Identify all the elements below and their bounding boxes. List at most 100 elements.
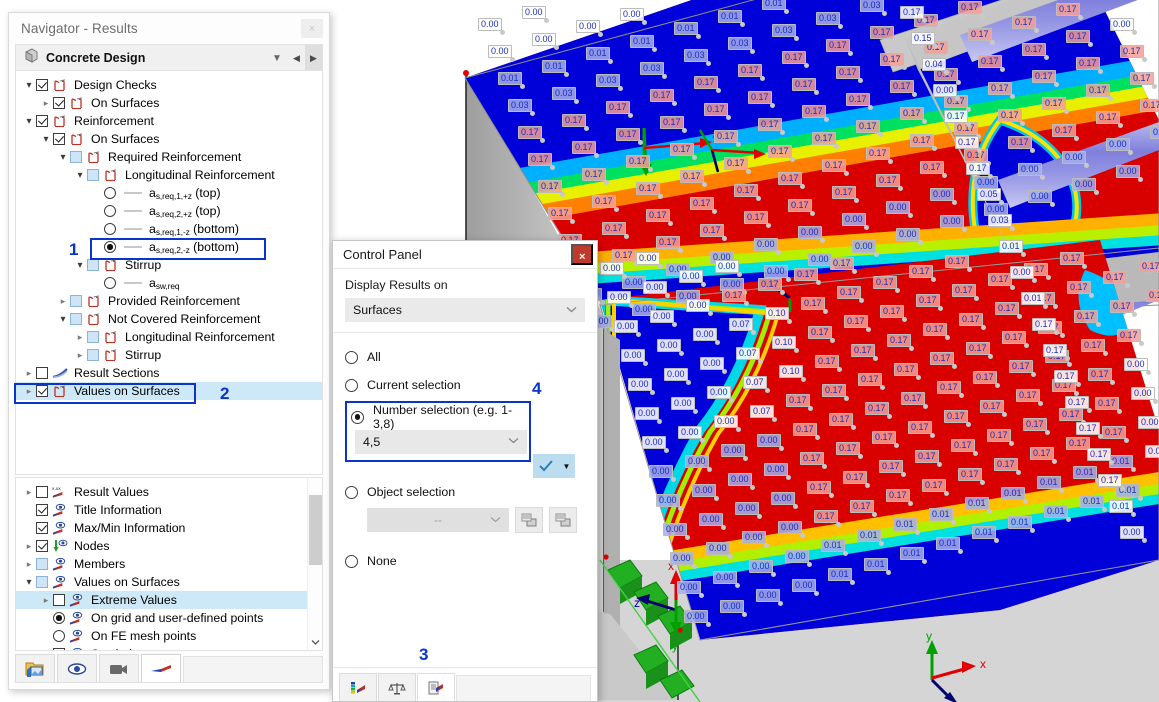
tree-item[interactable]: ▸Extreme Values xyxy=(16,591,322,609)
tree-item[interactable]: ▾Reinforcement xyxy=(16,112,322,130)
results-tree-top[interactable]: ▾Design Checks▸On Surfaces▾Reinforcement… xyxy=(15,70,323,475)
expander-collapsed[interactable]: ▸ xyxy=(22,487,36,498)
expander-collapsed[interactable]: ▸ xyxy=(56,296,70,307)
expander-collapsed[interactable]: ▸ xyxy=(22,368,36,379)
checkbox-unchecked[interactable] xyxy=(36,486,48,498)
expander-collapsed[interactable]: ▸ xyxy=(73,332,87,343)
tree-item[interactable]: as,req,1,+z (top) xyxy=(16,184,322,202)
option-object-selection[interactable]: Object selection xyxy=(345,478,585,506)
radio-selected[interactable] xyxy=(104,241,116,253)
radio-number-selection[interactable] xyxy=(351,411,364,424)
object-selection-select[interactable]: -- xyxy=(367,508,509,532)
tree-item[interactable]: On FE mesh points xyxy=(16,627,322,645)
design-module-combo[interactable]: Concrete Design ▼ ◀ ▶ xyxy=(15,44,323,70)
checkbox-checked[interactable] xyxy=(36,522,48,534)
chevron-up-icon[interactable]: chevron-up-icon xyxy=(308,478,322,494)
tree-item[interactable]: ▸Longitudinal Reinforcement xyxy=(16,328,322,346)
navigator-footer-tabs[interactable] xyxy=(15,653,323,683)
checkbox-checked[interactable] xyxy=(53,97,65,109)
tree-item[interactable]: ▸Result Sections xyxy=(16,364,322,382)
radio-all[interactable] xyxy=(345,351,358,364)
results-arrow-icon[interactable] xyxy=(141,654,181,682)
tree-item[interactable]: ▸Values on Surfaces xyxy=(16,382,322,400)
expander-expanded[interactable]: ▾ xyxy=(22,80,36,91)
navigator-results-panel[interactable]: Navigator - Results × Concrete Design ▼ … xyxy=(8,12,330,690)
checkbox-partial[interactable] xyxy=(36,558,48,570)
tree-item[interactable]: Title Information xyxy=(16,501,322,519)
tree-item[interactable]: ▾Required Reinforcement xyxy=(16,148,322,166)
tree-scrollbar-thumb[interactable] xyxy=(309,495,322,565)
expander-collapsed[interactable]: ▸ xyxy=(73,350,87,361)
control-panel-footer-tabs[interactable] xyxy=(333,667,597,701)
radio-unselected[interactable] xyxy=(104,223,116,235)
checkbox-checked[interactable] xyxy=(36,385,48,397)
radio-current-selection[interactable] xyxy=(345,379,358,392)
checkbox-checked[interactable] xyxy=(36,504,48,516)
checkbox-checked[interactable] xyxy=(36,540,48,552)
checkbox-unchecked[interactable] xyxy=(53,594,65,606)
chevron-down-icon[interactable] xyxy=(566,305,577,316)
triangle-right-icon[interactable]: ▶ xyxy=(305,45,322,71)
chevron-down-icon[interactable] xyxy=(490,515,501,526)
radio-selected[interactable] xyxy=(53,612,65,624)
checkbox-partial[interactable] xyxy=(70,313,82,325)
radio-unselected[interactable] xyxy=(104,187,116,199)
tree-scrollbar[interactable]: chevron-up-icon xyxy=(307,478,322,650)
factors-scale-icon[interactable] xyxy=(378,673,416,701)
checkbox-partial[interactable] xyxy=(87,259,99,271)
checkbox-partial[interactable] xyxy=(87,169,99,181)
number-selection-input[interactable] xyxy=(355,430,527,454)
option-number-selection[interactable]: Number selection (e.g. 1-3,8) xyxy=(351,406,525,428)
tree-item[interactable]: ▾Not Covered Reinforcement xyxy=(16,310,322,328)
expander-collapsed[interactable]: ▸ xyxy=(22,559,36,570)
number-selection-input-row[interactable] xyxy=(355,430,527,454)
expander-collapsed[interactable]: ▸ xyxy=(22,541,36,552)
results-tree-bottom[interactable]: ▸x.xxResult ValuesTitle InformationMax/M… xyxy=(15,477,323,651)
radio-unselected[interactable] xyxy=(104,277,116,289)
radio-object-selection[interactable] xyxy=(345,486,358,499)
checkbox-checked[interactable] xyxy=(53,133,65,145)
check-icon[interactable] xyxy=(533,454,558,478)
option-current-selection[interactable]: Current selection xyxy=(345,371,585,399)
tree-item[interactable]: ▾Longitudinal Reinforcement xyxy=(16,166,322,184)
expander-expanded[interactable]: ▾ xyxy=(22,577,36,588)
tree-item[interactable]: Symbols xyxy=(16,645,322,651)
tree-item[interactable]: ▸x.xxResult Values xyxy=(16,483,322,501)
number-selection-group[interactable]: Number selection (e.g. 1-3,8) xyxy=(345,401,531,462)
chevron-down-icon[interactable]: ▼ xyxy=(266,53,288,64)
views-eye-icon[interactable] xyxy=(57,654,97,682)
checkbox-unchecked[interactable] xyxy=(36,367,48,379)
close-icon[interactable]: × xyxy=(571,244,593,265)
tree-item[interactable]: ▾Design Checks xyxy=(16,76,322,94)
tree-item[interactable]: Max/Min Information xyxy=(16,519,322,537)
checkbox-partial[interactable] xyxy=(36,576,48,588)
tree-item[interactable]: as,req,2,-z (bottom) xyxy=(16,238,322,256)
close-icon[interactable]: × xyxy=(301,19,323,38)
object-selection-row[interactable]: -- xyxy=(367,507,585,533)
checkbox-unchecked[interactable] xyxy=(53,648,65,651)
checkbox-checked[interactable] xyxy=(36,79,48,91)
tree-item[interactable]: ▸Provided Reinforcement xyxy=(16,292,322,310)
tree-item[interactable]: ▸Members xyxy=(16,555,322,573)
tree-item[interactable]: ▾Values on Surfaces xyxy=(16,573,322,591)
radio-unselected[interactable] xyxy=(104,205,116,217)
tree-item[interactable]: ▸On Surfaces xyxy=(16,94,322,112)
pick-objects-alt-icon[interactable] xyxy=(549,507,577,533)
expander-expanded[interactable]: ▾ xyxy=(22,116,36,127)
checkbox-partial[interactable] xyxy=(70,151,82,163)
display-filter-icon[interactable] xyxy=(417,673,455,701)
option-none[interactable]: None xyxy=(345,547,585,575)
expander-collapsed[interactable]: ▸ xyxy=(39,595,53,606)
option-all[interactable]: All xyxy=(345,343,585,371)
tree-item[interactable]: ▾Stirrup xyxy=(16,256,322,274)
number-selection-confirm-group[interactable]: ▼ xyxy=(533,454,575,478)
control-panel-dialog[interactable]: Control Panel × Display Results on Surfa… xyxy=(332,240,598,702)
triangle-left-icon[interactable]: ◀ xyxy=(288,45,305,71)
radio-none[interactable] xyxy=(345,555,358,568)
pick-objects-icon[interactable] xyxy=(515,507,543,533)
tree-item[interactable]: as,req,1,-z (bottom) xyxy=(16,220,322,238)
tree-item[interactable]: ▸Nodes xyxy=(16,537,322,555)
tree-item[interactable]: ▸Stirrup xyxy=(16,346,322,364)
expander-expanded[interactable]: ▾ xyxy=(56,314,70,325)
expander-expanded[interactable]: ▾ xyxy=(73,260,87,271)
